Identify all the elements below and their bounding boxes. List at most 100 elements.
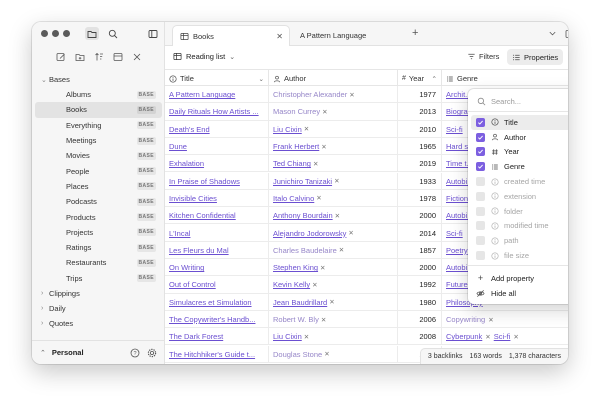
author-link[interactable]: Jean Baudrillard: [273, 298, 327, 307]
author-link[interactable]: Liu Cixin: [273, 125, 302, 134]
sidebar-item-places[interactable]: Places BASE: [35, 179, 162, 194]
minimize-window-button[interactable]: [52, 30, 59, 37]
remove-value-icon[interactable]: ✕: [324, 350, 329, 358]
view-selector[interactable]: Reading list ⌄: [173, 52, 235, 61]
genre-link[interactable]: Sci-fi: [446, 125, 463, 134]
genre-link[interactable]: Cyberpunk: [446, 332, 482, 341]
title-link[interactable]: On Writing: [169, 263, 204, 272]
author-link[interactable]: Christopher Alexander: [273, 90, 347, 99]
new-folder-icon[interactable]: [75, 52, 85, 62]
tab-pattern-language[interactable]: A Pattern Language: [293, 25, 403, 46]
author-link[interactable]: Italo Calvino: [273, 194, 314, 203]
genre-link[interactable]: Fiction: [446, 194, 468, 203]
title-link[interactable]: Dune: [169, 142, 187, 151]
property-item-author[interactable]: Author›: [471, 130, 568, 145]
settings-gear-icon[interactable]: [146, 347, 157, 358]
genre-link[interactable]: Sci-fi: [446, 229, 463, 238]
property-item-modified-time[interactable]: modified time›: [471, 219, 568, 234]
column-header-genre[interactable]: Genre: [442, 70, 568, 87]
remove-value-icon[interactable]: ✕: [329, 298, 334, 306]
author-link[interactable]: Mason Currey: [273, 107, 320, 116]
title-link[interactable]: Kitchen Confidential: [169, 211, 236, 220]
vault-switcher[interactable]: ⌃ Personal ?: [32, 340, 165, 364]
column-header-author[interactable]: Author: [269, 70, 398, 87]
right-sidebar-toggle-icon[interactable]: [564, 28, 568, 39]
folder-clippings[interactable]: › Clippings: [32, 286, 165, 301]
genre-link[interactable]: Poetry: [446, 246, 468, 255]
remove-value-icon[interactable]: ✕: [312, 281, 317, 289]
property-checkbox[interactable]: [476, 206, 485, 216]
add-property-button[interactable]: + Add property: [471, 271, 568, 285]
author-link[interactable]: Alejandro Jodorowsky: [273, 229, 346, 238]
author-link[interactable]: Douglas Stone: [273, 350, 322, 359]
author-link[interactable]: Frank Herbert: [273, 142, 319, 151]
files-icon[interactable]: [85, 27, 99, 40]
tab-books[interactable]: Books ✕: [172, 25, 290, 46]
sidebar-item-ratings[interactable]: Ratings BASE: [35, 240, 162, 255]
genre-link[interactable]: Copywriting: [446, 315, 485, 324]
collapse-icon[interactable]: [113, 52, 123, 62]
sort-icon[interactable]: [94, 52, 104, 62]
title-link[interactable]: Death's End: [169, 125, 210, 134]
title-link[interactable]: Les Fleurs du Mal: [169, 246, 229, 255]
property-item-year[interactable]: Year›: [471, 145, 568, 160]
property-checkbox[interactable]: [476, 221, 485, 231]
sidebar-item-meetings[interactable]: Meetings BASE: [35, 133, 162, 148]
column-header-year[interactable]: # Year ⌃: [398, 70, 442, 87]
property-item-extension[interactable]: extension›: [471, 189, 568, 204]
tab-list-chevron-icon[interactable]: [547, 28, 558, 39]
property-item-file-size[interactable]: file size›: [471, 248, 568, 263]
property-checkbox[interactable]: [476, 191, 485, 201]
help-icon[interactable]: ?: [129, 347, 140, 358]
remove-value-icon[interactable]: ✕: [488, 316, 493, 324]
filters-button[interactable]: Filters: [467, 52, 499, 61]
sidebar-toggle-icon[interactable]: [146, 27, 160, 40]
property-checkbox[interactable]: [476, 132, 485, 142]
search-icon[interactable]: [106, 27, 120, 40]
folder-bases[interactable]: ⌄ Bases: [32, 72, 165, 87]
sidebar-item-restaurants[interactable]: Restaurants BASE: [35, 255, 162, 270]
title-link[interactable]: Out of Control: [169, 280, 216, 289]
property-checkbox[interactable]: [476, 117, 485, 127]
remove-value-icon[interactable]: ✕: [313, 160, 318, 168]
property-search[interactable]: Search...: [474, 93, 568, 109]
sidebar-item-albums[interactable]: Albums BASE: [35, 87, 162, 102]
remove-value-icon[interactable]: ✕: [335, 212, 340, 220]
author-link[interactable]: Anthony Bourdain: [273, 211, 333, 220]
remove-value-icon[interactable]: ✕: [513, 333, 518, 341]
properties-button[interactable]: Properties: [507, 49, 564, 65]
title-link[interactable]: Invisible Cities: [169, 194, 217, 203]
remove-value-icon[interactable]: ✕: [322, 108, 327, 116]
property-item-genre[interactable]: Genre›: [471, 159, 568, 174]
remove-value-icon[interactable]: ✕: [321, 316, 326, 324]
title-link[interactable]: A Pattern Language: [169, 90, 235, 99]
remove-value-icon[interactable]: ✕: [485, 333, 490, 341]
property-checkbox[interactable]: [476, 147, 485, 157]
remove-value-icon[interactable]: ✕: [348, 229, 353, 237]
property-checkbox[interactable]: [476, 162, 485, 172]
new-tab-icon[interactable]: +: [412, 27, 418, 39]
author-link[interactable]: Robert W. Bly: [273, 315, 319, 324]
title-link[interactable]: In Praise of Shadows: [169, 177, 240, 186]
sidebar-item-trips[interactable]: Trips BASE: [35, 271, 162, 286]
title-link[interactable]: The Hitchhiker's Guide t...: [169, 350, 255, 359]
title-link[interactable]: Exhalation: [169, 159, 204, 168]
title-link[interactable]: Simulacres et Simulation: [169, 298, 252, 307]
folder-daily[interactable]: › Daily: [32, 301, 165, 316]
title-link[interactable]: Daily Rituals How Artists ...: [169, 107, 259, 116]
remove-value-icon[interactable]: ✕: [304, 125, 309, 133]
property-checkbox[interactable]: [476, 251, 485, 261]
title-link[interactable]: The Copywriter's Handb...: [169, 315, 255, 324]
maximize-window-button[interactable]: [63, 30, 70, 37]
author-link[interactable]: Liu Cixin: [273, 332, 302, 341]
property-item-path[interactable]: path›: [471, 233, 568, 248]
sidebar-item-movies[interactable]: Movies BASE: [35, 148, 162, 163]
author-link[interactable]: Ted Chiang: [273, 159, 311, 168]
title-link[interactable]: The Dark Forest: [169, 332, 223, 341]
close-tab-icon[interactable]: ✕: [276, 32, 283, 41]
remove-value-icon[interactable]: ✕: [320, 264, 325, 272]
sidebar-item-projects[interactable]: Projects BASE: [35, 225, 162, 240]
author-link[interactable]: Junichiro Tanizaki: [273, 177, 332, 186]
new-note-icon[interactable]: [56, 52, 66, 62]
folder-quotes[interactable]: › Quotes: [32, 316, 165, 331]
